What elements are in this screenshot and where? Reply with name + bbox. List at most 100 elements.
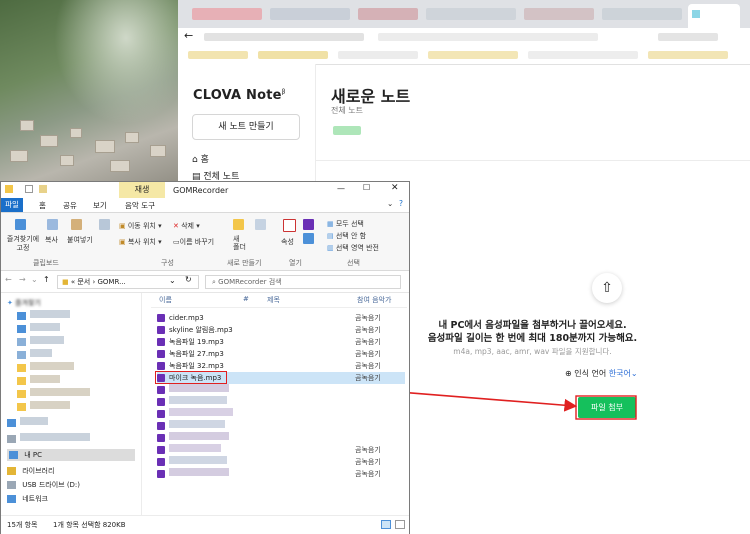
help-icon[interactable]: ? bbox=[399, 199, 403, 208]
nav-item-favorites[interactable]: ✦ 즐겨찾기 bbox=[7, 297, 41, 309]
column-name[interactable]: 이름 bbox=[159, 295, 172, 305]
file-row[interactable]: 녹음파일 27.mp3 곰녹음기 bbox=[157, 348, 405, 360]
nav-item-this-pc[interactable]: 내 PC bbox=[7, 449, 135, 461]
file-row-blurred[interactable] bbox=[157, 420, 405, 432]
copy-to-button[interactable]: ▣ 복사 위치 ▾ bbox=[119, 237, 162, 247]
pin-icon[interactable] bbox=[15, 219, 26, 230]
nav-item-blurred[interactable] bbox=[7, 417, 48, 429]
thumbnail-view-icon[interactable] bbox=[395, 520, 405, 529]
folder-icon bbox=[17, 390, 26, 398]
file-row-blurred[interactable]: 곰녹음기 bbox=[157, 444, 405, 456]
nav-item-library[interactable]: 라이브러리 bbox=[7, 465, 54, 477]
folder-icon bbox=[17, 351, 26, 359]
properties-icon[interactable] bbox=[283, 219, 296, 232]
column-title[interactable]: 제목 bbox=[267, 295, 280, 305]
properties-button[interactable]: 속성 bbox=[281, 237, 294, 247]
file-name: 녹음파일 27.mp3 bbox=[169, 350, 224, 358]
column-number[interactable]: # bbox=[243, 295, 249, 303]
nav-item-blurred[interactable] bbox=[7, 433, 90, 445]
nav-item-blurred[interactable] bbox=[17, 336, 64, 348]
status-bar: 15개 항목 1개 항목 선택함 820KB bbox=[1, 515, 409, 534]
forward-arrow-icon[interactable]: → bbox=[19, 275, 26, 284]
chevron-down-icon[interactable]: ⌄ bbox=[387, 199, 393, 208]
file-row-blurred[interactable] bbox=[157, 432, 405, 444]
file-row[interactable]: skyline 알림음.mp3 곰녹음기 bbox=[157, 324, 405, 336]
audio-file-icon bbox=[157, 398, 165, 406]
file-row-blurred[interactable] bbox=[157, 396, 405, 408]
status-item-count: 15개 항목 bbox=[7, 521, 38, 529]
chevron-down-icon[interactable]: ⌄ bbox=[31, 275, 38, 284]
explorer-ribbon: 즐겨찾기에 고정 복사 붙여넣기 클립보드 ▣ 이동 위치 ▾ ▣ 복사 위치 … bbox=[1, 213, 409, 271]
search-placeholder: GOMRecorder 검색 bbox=[218, 278, 282, 286]
tab-view[interactable]: 보기 bbox=[93, 200, 107, 211]
nav-item-blurred[interactable] bbox=[17, 323, 60, 335]
audio-file-icon bbox=[157, 362, 165, 370]
refresh-icon[interactable]: ↻ bbox=[185, 275, 192, 284]
open-icon[interactable] bbox=[303, 219, 314, 230]
cut-icon[interactable] bbox=[99, 219, 110, 230]
file-name: skyline 알림음.mp3 bbox=[169, 326, 233, 334]
folder-icon bbox=[17, 364, 26, 372]
close-icon[interactable]: ✕ bbox=[391, 183, 399, 193]
status-selection: 1개 항목 선택함 820KB bbox=[53, 521, 126, 529]
pin-quick-access-button[interactable]: 즐겨찾기에 고정 bbox=[3, 235, 43, 253]
blurred-file-name bbox=[169, 468, 229, 476]
nav-item-blurred[interactable] bbox=[17, 349, 52, 361]
nav-item-blurred[interactable] bbox=[17, 375, 60, 387]
details-view-icon[interactable] bbox=[381, 520, 391, 529]
copy-button[interactable]: 복사 bbox=[45, 235, 58, 245]
edit-icon[interactable] bbox=[303, 233, 314, 244]
rename-label: 이름 바꾸기 bbox=[179, 238, 215, 246]
move-icon: ▣ bbox=[119, 222, 126, 230]
column-artist[interactable]: 참여 음악가 bbox=[357, 295, 391, 305]
folder-icon[interactable] bbox=[39, 185, 47, 193]
back-arrow-icon[interactable]: ← bbox=[5, 275, 12, 284]
file-row-blurred[interactable]: 곰녹음기 bbox=[157, 468, 405, 480]
file-row-blurred[interactable] bbox=[157, 408, 405, 420]
nav-item-network[interactable]: 네트워크 bbox=[7, 493, 48, 505]
path-field[interactable]: ■ « 문서 › GOMR... bbox=[57, 275, 199, 289]
nav-item-blurred[interactable] bbox=[17, 401, 70, 413]
move-to-label: 이동 위치 bbox=[127, 222, 156, 230]
move-to-button[interactable]: ▣ 이동 위치 ▾ bbox=[119, 221, 162, 231]
select-none-button[interactable]: ▤ 선택 안 함 bbox=[327, 231, 366, 241]
tab-file[interactable]: 파일 bbox=[1, 198, 23, 212]
clipboard-group-label: 클립보드 bbox=[33, 259, 59, 267]
column-headers: 이름 # 제목 참여 음악가 bbox=[151, 293, 407, 308]
tab-home[interactable]: 홈 bbox=[39, 200, 46, 211]
file-row-blurred[interactable] bbox=[157, 384, 405, 396]
rename-button[interactable]: ▭이름 바꾸기 bbox=[173, 237, 214, 247]
maximize-icon[interactable]: ☐ bbox=[363, 183, 370, 192]
invert-selection-button[interactable]: ▥ 선택 영역 반전 bbox=[327, 243, 379, 253]
nav-item-blurred[interactable] bbox=[17, 310, 70, 322]
tab-share[interactable]: 공유 bbox=[63, 200, 77, 211]
search-input[interactable]: ⌕ GOMRecorder 검색 bbox=[205, 275, 401, 289]
context-tab-play[interactable]: 재생 bbox=[119, 182, 165, 198]
chevron-down-icon[interactable]: ⌄ bbox=[169, 276, 176, 285]
nav-item-blurred[interactable] bbox=[17, 362, 74, 374]
copy-icon[interactable] bbox=[47, 219, 58, 230]
paste-button[interactable]: 붙여넣기 bbox=[67, 235, 93, 245]
up-arrow-icon[interactable]: ↑ bbox=[43, 275, 50, 284]
file-row[interactable]: cider.mp3 곰녹음기 bbox=[157, 312, 405, 324]
blurred-label bbox=[30, 362, 74, 370]
checkbox-icon[interactable] bbox=[25, 185, 33, 193]
file-row-blurred[interactable]: 곰녹음기 bbox=[157, 456, 405, 468]
audio-file-icon bbox=[157, 470, 165, 478]
nav-item-label: 라이브러리 bbox=[22, 467, 55, 475]
delete-button[interactable]: ✕ 삭제 ▾ bbox=[173, 221, 200, 231]
tab-music-tools[interactable]: 음악 도구 bbox=[125, 200, 155, 211]
new-item-icon[interactable] bbox=[255, 219, 266, 230]
folder-icon: ■ bbox=[62, 278, 69, 286]
file-row-selected[interactable]: 마이크 녹음.mp3 곰녹음기 bbox=[155, 371, 405, 384]
select-all-button[interactable]: ▦ 모두 선택 bbox=[327, 219, 364, 229]
paste-icon[interactable] bbox=[71, 219, 82, 230]
new-folder-button[interactable]: 새 폴더 bbox=[233, 235, 246, 251]
minimize-icon[interactable]: — bbox=[337, 184, 345, 193]
nav-item-usb[interactable]: USB 드라이브 (D:) bbox=[7, 479, 80, 491]
new-folder-icon[interactable] bbox=[233, 219, 244, 230]
select-group-label: 선택 bbox=[347, 259, 360, 267]
nav-item-blurred[interactable] bbox=[17, 388, 90, 400]
file-row[interactable]: 녹음파일 19.mp3 곰녹음기 bbox=[157, 336, 405, 348]
file-name: 녹음파일 19.mp3 bbox=[169, 338, 224, 346]
